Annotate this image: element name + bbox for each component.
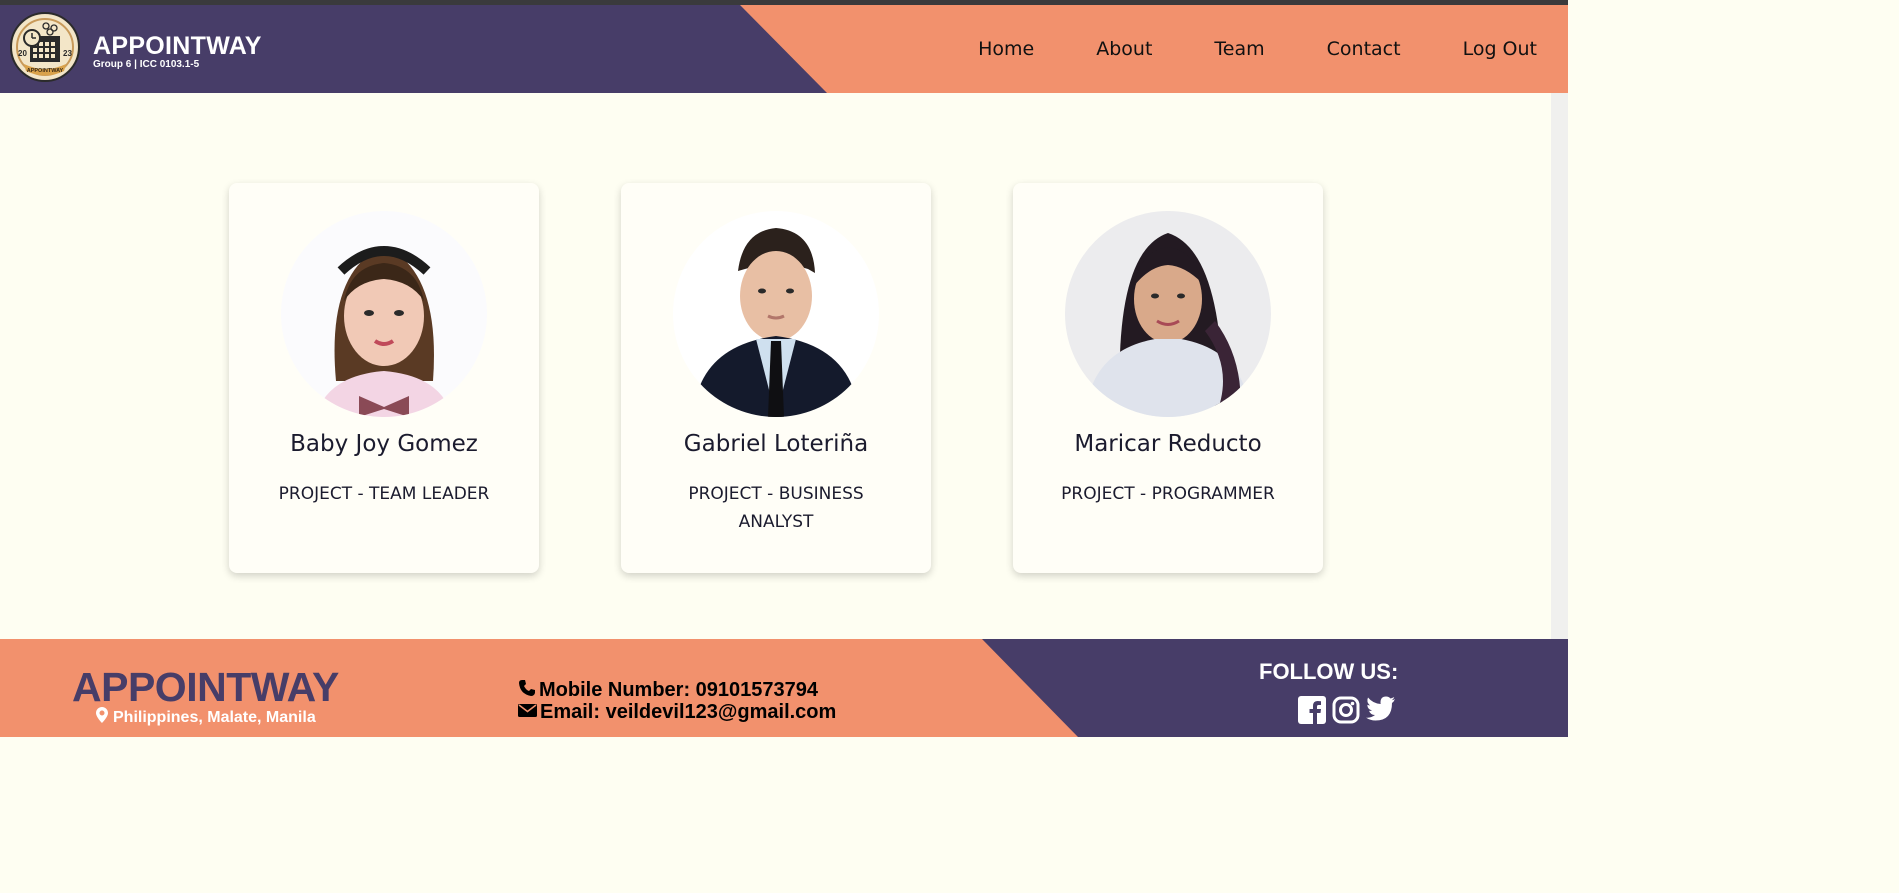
footer-email-row: Email: veildevil123@gmail.com [518,702,836,723]
nav-home[interactable]: Home [978,38,1034,60]
nav-log-out[interactable]: Log Out [1463,38,1537,60]
team-member-role: PROJECT - BUSINESS ANALYST [688,484,864,532]
team-member-role: PROJECT - TEAM LEADER [278,484,490,504]
logo-year-right: 23 [63,49,72,58]
footer-title: APPOINTWAY [72,664,339,710]
team-member-photo [281,211,487,417]
footer-contact: Mobile Number: 09101573794 Email: veilde… [518,679,836,723]
footer-mobile: Mobile Number: 09101573794 [539,679,819,701]
brand-title: APPOINTWAY [93,32,262,60]
team-member-name: Gabriel Loteriña [683,431,869,457]
logo-badge-text: APPOINTWAY [27,68,64,74]
team-card: Maricar Reducto PROJECT - PROGRAMMER [1013,183,1323,573]
main-nav: Home About Team Contact Log Out [916,38,1537,60]
facebook-icon[interactable] [1298,696,1326,724]
envelope-icon [518,702,540,723]
team-member-name: Maricar Reducto [1074,431,1262,457]
twitter-icon[interactable] [1366,696,1396,724]
brand-subtitle: Group 6 | ICC 0103.1-5 [93,59,200,70]
page-scrollbar[interactable] [1551,93,1568,639]
nav-about[interactable]: About [1096,38,1152,60]
social-links [1298,696,1402,724]
team-card: Baby Joy Gomez PROJECT - TEAM LEADER [229,183,539,573]
site-header: 20 23 APPOINTWAY APPOINTWAY Group 6 | IC… [0,5,1568,93]
footer-email: Email: veildevil123@gmail.com [540,701,837,723]
team-member-photo [673,211,879,417]
footer-location-text: Philippines, Malate, Manila [113,708,316,726]
footer-location: Philippines, Malate, Manila [96,707,316,728]
site-footer: APPOINTWAY Philippines, Malate, Manila M… [0,639,1568,737]
team-card: Gabriel Loteriña PROJECT - BUSINESS ANAL… [621,183,931,573]
follow-us-label: FOLLOW US: [1259,659,1399,684]
team-member-role: PROJECT - PROGRAMMER [1061,484,1275,504]
footer-mobile-row: Mobile Number: 09101573794 [518,679,836,702]
team-member-name: Baby Joy Gomez [290,431,478,457]
logo-year-left: 20 [18,49,27,58]
nav-contact[interactable]: Contact [1327,38,1401,60]
phone-icon [518,679,539,702]
appointway-logo[interactable]: 20 23 APPOINTWAY [10,12,80,82]
map-pin-icon [96,707,113,728]
brand: APPOINTWAY Group 6 | ICC 0103.1-5 [93,33,262,71]
team-member-photo [1065,211,1271,417]
team-section: Baby Joy Gomez PROJECT - TEAM LEADER Gab… [0,93,1551,639]
instagram-icon[interactable] [1332,696,1360,724]
nav-team[interactable]: Team [1214,38,1264,60]
